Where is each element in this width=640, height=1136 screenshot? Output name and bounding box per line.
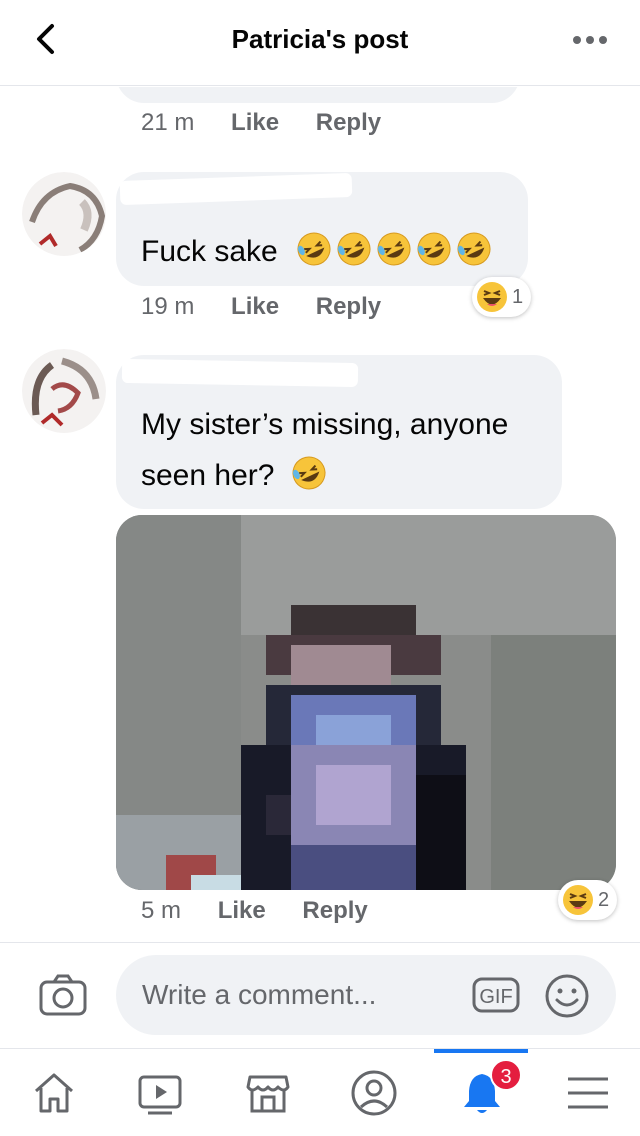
- comment-actions: 21 m Like Reply: [141, 109, 381, 137]
- redacted-avatar-image: [22, 172, 106, 256]
- comment-text-row: seen her?: [141, 455, 327, 496]
- photo-attachment[interactable]: [116, 515, 616, 890]
- emoji-picker-icon[interactable]: [544, 973, 590, 1019]
- gif-label: GIF: [479, 986, 512, 1008]
- reaction-summary[interactable]: 1: [472, 277, 532, 317]
- comment-composer: Write a comment... GIF: [0, 943, 640, 1048]
- comment-bubble[interactable]: [116, 87, 520, 103]
- rofl-emoji-icon: [292, 456, 326, 490]
- reply-button[interactable]: Reply: [316, 293, 381, 320]
- like-button[interactable]: Like: [231, 293, 279, 320]
- comment-time: 19 m: [141, 293, 195, 320]
- gif-button[interactable]: GIF: [472, 977, 520, 1013]
- tab-profile[interactable]: [328, 1049, 418, 1136]
- haha-reaction-icon: [477, 282, 507, 312]
- rofl-emoji-icon: [337, 232, 371, 266]
- rofl-emoji-icon: [297, 232, 331, 266]
- more-options-icon[interactable]: [570, 26, 610, 54]
- reply-button[interactable]: Reply: [302, 897, 367, 924]
- tab-watch[interactable]: [114, 1049, 204, 1136]
- rofl-emoji-icon: [377, 232, 411, 266]
- reaction-count: 1: [512, 285, 524, 308]
- rofl-emoji-icon: [417, 232, 451, 266]
- comment-input[interactable]: [116, 955, 616, 1035]
- tab-marketplace[interactable]: [222, 1049, 312, 1136]
- redacted-avatar-image: [22, 349, 106, 433]
- profile-icon: [351, 1070, 397, 1116]
- rofl-emoji-icon: [457, 232, 491, 266]
- redacted-name: [121, 358, 359, 388]
- notification-badge: 3: [490, 1059, 522, 1091]
- like-button[interactable]: Like: [231, 109, 279, 136]
- avatar[interactable]: [22, 349, 106, 433]
- comment-text-row: Fuck sake: [141, 231, 492, 272]
- reaction-count: 2: [598, 888, 610, 911]
- hamburger-menu-icon: [568, 1077, 608, 1109]
- laughing-emoji-row: [292, 232, 492, 268]
- camera-icon[interactable]: [38, 973, 88, 1017]
- comment-actions: 5 m Like Reply: [141, 897, 368, 925]
- home-icon: [35, 1073, 73, 1113]
- haha-reaction-icon: [563, 885, 593, 915]
- avatar[interactable]: [22, 172, 106, 256]
- video-play-icon: [138, 1075, 182, 1115]
- tab-menu[interactable]: [542, 1049, 632, 1136]
- comment-time: 21 m: [141, 109, 195, 136]
- marketplace-shop-icon: [246, 1075, 290, 1113]
- tab-home[interactable]: [8, 1049, 98, 1136]
- page-title: Patricia's post: [231, 24, 409, 54]
- bottom-nav: 3: [0, 1048, 640, 1136]
- comment-text-line2: seen her?: [141, 459, 275, 492]
- top-bar: Patricia's post: [0, 0, 640, 86]
- like-button[interactable]: Like: [218, 897, 266, 924]
- comment-text: My sister’s missing, anyone: [141, 408, 509, 441]
- comment-text: Fuck sake: [141, 235, 278, 268]
- comment-actions: 19 m Like Reply: [141, 293, 381, 321]
- comment-time: 5 m: [141, 897, 182, 924]
- reply-button[interactable]: Reply: [316, 109, 381, 136]
- reaction-summary[interactable]: 2: [558, 880, 618, 920]
- pixelated-photo-image: [116, 515, 616, 890]
- comments-feed[interactable]: 21 m Like Reply Fuck sake 19 m Like Repl…: [0, 87, 640, 942]
